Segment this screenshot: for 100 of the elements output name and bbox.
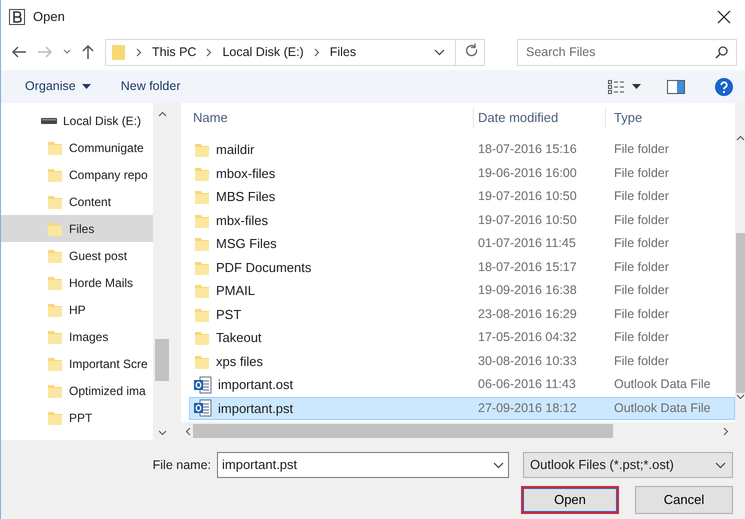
scroll-down-icon[interactable] [736, 394, 744, 400]
file-type: File folder [613, 164, 670, 182]
scroll-left-icon[interactable] [185, 426, 191, 436]
date-modified: 06-06-2016 11:43 [477, 376, 577, 394]
file-name: Takeout [216, 329, 262, 347]
chevron-right-icon [314, 48, 320, 56]
view-options-icon[interactable] [608, 80, 624, 94]
file-name: PMAIL [216, 282, 256, 300]
sidebar-item[interactable]: Local Disk (E:) [1, 107, 153, 134]
file-row[interactable]: xps files 30-08-2016 10:33 File folder [189, 350, 735, 373]
scroll-up-icon[interactable] [736, 135, 744, 141]
data-file-icon [194, 399, 212, 418]
scroll-thumb[interactable] [736, 233, 745, 393]
file-type: File folder [613, 258, 670, 276]
help-icon[interactable] [715, 78, 733, 96]
date-modified: 01-07-2016 11:45 [477, 235, 577, 252]
file-row[interactable]: important.pst 27-09-2016 18:12 Outlook Data File [189, 396, 735, 420]
preview-pane-icon[interactable] [667, 80, 685, 94]
breadcrumb-item[interactable]: Local Disk (E:) [222, 42, 304, 62]
up-arrow-icon[interactable] [81, 44, 95, 60]
file-row[interactable]: mbox-files 19-06-2016 16:00 File folder [189, 162, 735, 185]
file-name-field[interactable]: important.pst [217, 452, 509, 478]
folder-icon [194, 141, 210, 158]
column-header[interactable]: Name [181, 108, 473, 128]
app-logo-icon [9, 9, 25, 25]
sidebar-item[interactable]: Content [1, 188, 153, 215]
file-name: PDF Documents [216, 258, 312, 276]
breadcrumb-item[interactable]: Files [330, 42, 356, 62]
sidebar-item[interactable]: Company repo [1, 161, 153, 188]
search-field[interactable]: Search Files [517, 38, 737, 66]
date-modified: 27-09-2016 18:12 [477, 400, 578, 417]
back-arrow-icon[interactable] [11, 45, 27, 59]
dropdown-icon[interactable] [63, 49, 71, 55]
scroll-down-icon[interactable] [158, 430, 166, 436]
caret-icon[interactable] [632, 84, 641, 89]
data-file-icon [194, 376, 212, 394]
scroll-thumb[interactable] [193, 424, 613, 438]
file-type-dropdown[interactable]: Outlook Files (*.pst;*.ost) [523, 452, 733, 478]
scroll-thumb[interactable] [155, 339, 169, 381]
sidebar-item[interactable]: HP [1, 296, 153, 323]
window-title: Open [33, 8, 65, 26]
scroll-up-icon[interactable] [158, 111, 166, 117]
file-type: File folder [613, 212, 670, 229]
chevron-right-icon [136, 48, 142, 56]
file-row[interactable]: PDF Documents 18-07-2016 15:17 File folder [189, 256, 735, 279]
date-modified: 18-07-2016 15:16 [477, 141, 578, 158]
address-bar[interactable]: This PC Local Disk (E:) Files [105, 38, 485, 66]
file-name: maildir [216, 141, 254, 159]
folder-icon [194, 188, 210, 206]
chevron-down-icon [493, 462, 504, 468]
open-button[interactable]: Open [521, 486, 619, 514]
file-type: File folder [613, 306, 670, 323]
date-modified: 19-07-2016 10:50 [477, 188, 578, 206]
folder-icon [47, 139, 63, 156]
file-type: File folder [613, 352, 670, 370]
file-row[interactable]: Takeout 17-05-2016 04:32 File folder [189, 326, 735, 350]
file-row[interactable]: PST 23-08-2016 16:29 File folder [189, 302, 735, 326]
close-icon[interactable] [717, 10, 731, 24]
sidebar-item[interactable]: Guest post [1, 242, 153, 269]
file-row[interactable]: maildir 18-07-2016 15:16 File folder [189, 138, 735, 162]
scroll-right-icon[interactable] [723, 426, 729, 436]
folder-icon [194, 235, 210, 252]
new-folder-button[interactable]: New folder [120, 77, 180, 96]
sidebar-item[interactable]: Files [1, 215, 153, 242]
date-modified: 23-08-2016 16:29 [477, 306, 578, 323]
folder-icon [47, 301, 63, 318]
date-modified: 19-06-2016 16:00 [477, 164, 578, 182]
sidebar-item[interactable]: Horde Mails [1, 269, 153, 296]
file-row[interactable]: MBS Files 19-07-2016 10:50 File folder [189, 185, 735, 208]
folder-icon [47, 220, 63, 237]
column-header[interactable]: Date modified [473, 108, 605, 128]
organise-menu[interactable]: Organise [25, 77, 91, 96]
sidebar-item[interactable]: Important Scre [1, 350, 153, 377]
scrollbar[interactable] [735, 103, 745, 422]
file-row[interactable]: mbx-files 19-07-2016 10:50 File folder [189, 208, 735, 232]
file-name: MSG Files [216, 235, 277, 253]
file-name: mbox-files [216, 164, 276, 182]
dropdown-icon[interactable] [434, 48, 445, 56]
folder-icon [47, 382, 63, 399]
file-type: File folder [613, 329, 670, 346]
folder-icon [194, 282, 210, 300]
sidebar-item[interactable]: Optimized ima [1, 377, 153, 404]
folder-icon [47, 166, 63, 183]
file-type: File folder [613, 188, 670, 206]
date-modified: 19-07-2016 10:50 [477, 212, 578, 229]
sidebar-item[interactable]: Communigate [1, 134, 153, 161]
date-modified: 18-07-2016 15:17 [477, 258, 578, 276]
folder-icon [47, 193, 63, 210]
file-row[interactable]: PMAIL 19-09-2016 16:38 File folder [189, 279, 735, 302]
file-type: Outlook Data File [613, 400, 712, 417]
cancel-button[interactable]: Cancel [635, 486, 733, 514]
file-name: xps files [216, 352, 263, 371]
scrollbar[interactable] [181, 422, 745, 440]
sidebar-item[interactable]: PPT [1, 404, 153, 431]
folder-icon [47, 355, 63, 372]
sidebar-item[interactable]: Images [1, 323, 153, 350]
file-row[interactable]: MSG Files 01-07-2016 11:45 File folder [189, 232, 735, 256]
drive-icon [41, 116, 57, 124]
breadcrumb-item[interactable]: This PC [152, 42, 196, 62]
file-row[interactable]: important.ost 06-06-2016 11:43 Outlook Data File [189, 373, 735, 396]
